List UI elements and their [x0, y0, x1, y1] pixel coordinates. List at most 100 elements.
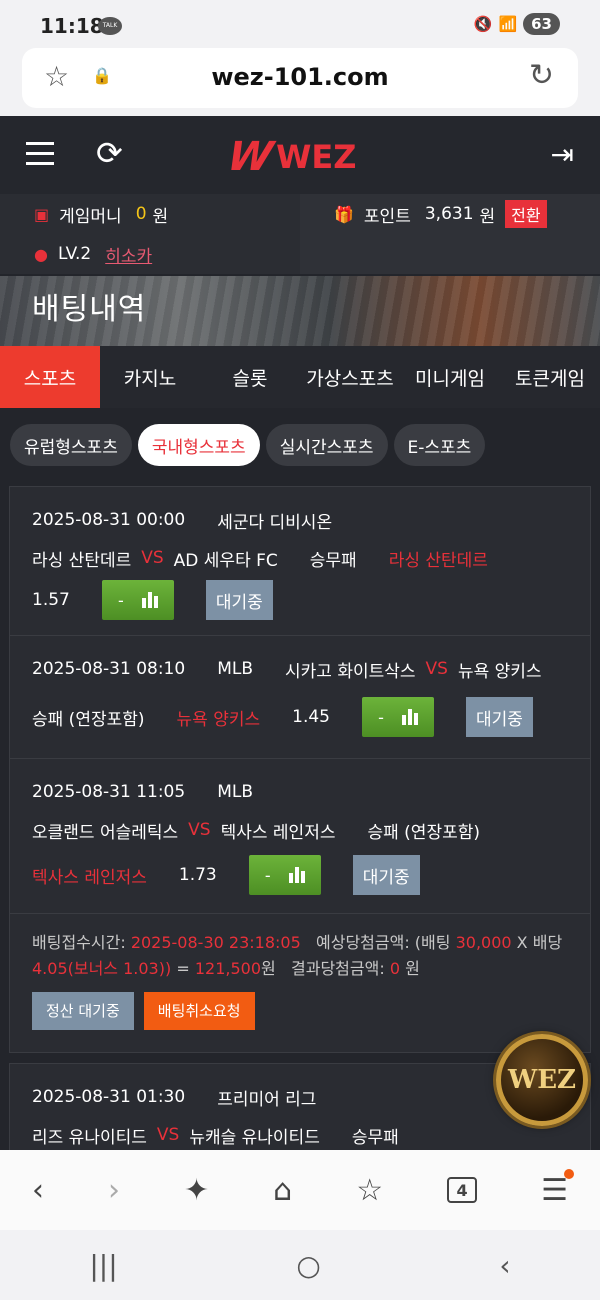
menu-button[interactable]: ☰	[541, 1168, 574, 1208]
result-amount: 0	[389, 959, 400, 978]
menu-icon[interactable]	[26, 142, 54, 172]
bet-odds-row: 텍사스 레인저스 1.73 - 대기중	[32, 849, 568, 901]
away-team: 뉴욕 양키스	[457, 661, 542, 682]
bet-slip: 2025-08-31 00:00 세군다 디비시온 라싱 산탄데르 VS AD …	[9, 486, 591, 1053]
bet-teams: 오클랜드 어슬레틱스 VS 텍사스 레인저스 승패 (연장포함)	[32, 811, 568, 849]
convert-button[interactable]: 전환	[505, 200, 547, 228]
vs-label: VS	[156, 1125, 180, 1145]
user-icon: ●	[34, 244, 48, 264]
wez-floating-button[interactable]: WEZ	[496, 1034, 588, 1126]
result-value: -	[264, 865, 271, 885]
site-content: ⟳ W WEZ ⇥ ▣ 게임머니 0 원 🎁 포인트 3,631 원 전환 ● …	[0, 116, 600, 1150]
gift-icon: 🎁	[334, 204, 354, 224]
points-unit: 원	[479, 206, 496, 227]
settle-status-button: 정산 대기중	[32, 992, 134, 1030]
result-button[interactable]: -	[248, 855, 321, 895]
recent-apps-icon[interactable]: |||	[89, 1249, 117, 1282]
browser-toolbar: ‹ › ✦ ⌂ ☆ 4 ☰	[0, 1150, 600, 1230]
address-bar[interactable]: ☆ 🔒 wez-101.com ↻	[22, 48, 578, 108]
refresh-icon[interactable]: ⟳	[96, 134, 123, 172]
logo-text: WEZ	[276, 138, 357, 176]
expected-value: 121,500	[194, 959, 261, 978]
subtab-european[interactable]: 유럽형스포츠	[10, 424, 132, 466]
tab-slot[interactable]: 슬롯	[200, 346, 300, 408]
bet-pick: 라싱 산탄데르	[388, 550, 488, 571]
sparkle-icon[interactable]: ✦	[184, 1173, 209, 1208]
total-odds: 4.05(보너스 1.03))	[32, 959, 172, 978]
bet-time-label: 배팅접수시간:	[32, 933, 126, 952]
expected-unit: 원	[261, 959, 276, 978]
bet-league: 프리미어 리그	[217, 1089, 317, 1110]
category-tabs: 스포츠 카지노 슬롯 가상스포츠 미니게임 토큰게임	[0, 346, 600, 408]
user-level: ● LV.2 히소카	[0, 234, 300, 274]
battery-indicator: 63	[523, 13, 560, 35]
vs-label: VS	[188, 820, 211, 840]
bet-market: 승무패	[309, 550, 357, 571]
bet-datetime: 2025-08-31 00:00	[32, 510, 186, 530]
system-back-icon[interactable]: ‹	[499, 1249, 510, 1282]
home-team: 라싱 산탄데르	[32, 550, 132, 571]
site-logo[interactable]: W WEZ	[224, 134, 357, 180]
tab-virtual-sports[interactable]: 가상스포츠	[300, 346, 400, 408]
result-label: 결과당첨금액:	[291, 959, 385, 978]
status-badge: 대기중	[352, 855, 420, 895]
wallet-icon: ▣	[34, 204, 50, 224]
bet-league: 세군다 디비시온	[217, 512, 333, 533]
tab-casino[interactable]: 카지노	[100, 346, 200, 408]
nickname-link[interactable]: 히소카	[105, 242, 152, 267]
tab-minigame[interactable]: 미니게임	[400, 346, 500, 408]
money-label: 게임머니	[59, 206, 122, 227]
summary-text: 배팅접수시간: 2025-08-30 23:18:05 예상당첨금액: (배팅 …	[32, 930, 568, 982]
page-banner: 배팅내역	[0, 276, 600, 346]
bet-league: MLB	[217, 782, 254, 802]
vs-label: VS	[141, 548, 164, 568]
home-team: 오클랜드 어슬레틱스	[32, 822, 179, 843]
money-value: 0	[135, 204, 147, 224]
bet-datetime: 2025-08-31 08:10	[32, 659, 186, 679]
forward-icon[interactable]: ›	[108, 1173, 120, 1208]
bet-header: 2025-08-31 08:10 MLB 시카고 화이트삭스 VS 뉴욕 양키스	[32, 650, 568, 688]
bet-item: 2025-08-31 08:10 MLB 시카고 화이트삭스 VS 뉴욕 양키스…	[10, 636, 590, 759]
logout-icon[interactable]: ⇥	[551, 138, 574, 171]
bookmarks-icon[interactable]: ☆	[356, 1173, 383, 1208]
bet-header: 2025-08-31 00:00 세군다 디비시온	[32, 501, 568, 539]
odds-multiplier: X 배당	[516, 933, 563, 952]
result-button[interactable]: -	[361, 697, 434, 737]
bet-market: 승패 (연장포함)	[32, 709, 145, 730]
subtab-domestic[interactable]: 국내형스포츠	[137, 424, 260, 466]
system-navigation: ||| ○ ‹	[0, 1230, 600, 1300]
cancel-bet-button[interactable]: 배팅취소요청	[143, 992, 255, 1030]
wifi-icon: 📶	[498, 15, 518, 33]
bet-market: 승패 (연장포함)	[367, 822, 480, 843]
away-team: 뉴캐슬 유나이티드	[189, 1127, 320, 1148]
away-team: 텍사스 레인저스	[220, 822, 336, 843]
bet-odds-row: 1.57 - 대기중	[32, 577, 568, 623]
tab-sports[interactable]: 스포츠	[0, 346, 100, 408]
home-team: 리즈 유나이티드	[32, 1127, 147, 1148]
subtab-live[interactable]: 실시간스포츠	[265, 424, 388, 466]
page-title: 배팅내역	[32, 292, 147, 327]
equals-sign: =	[176, 959, 190, 978]
bet-odds: 1.73	[178, 865, 217, 885]
url-text[interactable]: wez-101.com	[22, 63, 578, 91]
reload-icon[interactable]: ↻	[529, 58, 554, 93]
bet-item: 2025-08-31 00:00 세군다 디비시온 라싱 산탄데르 VS AD …	[10, 487, 590, 636]
subtab-esports[interactable]: E-스포츠	[393, 424, 486, 466]
result-button[interactable]: -	[101, 580, 174, 620]
status-bar: 11:18 TALK 🔇 📶 63	[0, 0, 600, 50]
result-value: -	[117, 590, 124, 610]
home-icon[interactable]: ⌂	[273, 1173, 292, 1208]
bet-market: 승무패	[351, 1127, 399, 1148]
bet-pick: 뉴욕 양키스	[176, 709, 261, 730]
bar-chart-icon	[288, 867, 305, 883]
status-icons: 🔇 📶 63	[474, 13, 560, 35]
bet-summary: 배팅접수시간: 2025-08-30 23:18:05 예상당첨금액: (배팅 …	[10, 914, 590, 1052]
home-circle-icon[interactable]: ○	[296, 1249, 320, 1282]
tabs-button[interactable]: 4	[447, 1177, 478, 1203]
bar-chart-icon	[401, 709, 418, 725]
tab-token-game[interactable]: 토큰게임	[500, 346, 600, 408]
bet-header: 2025-08-31 11:05 MLB	[32, 773, 568, 811]
game-money: ▣ 게임머니 0 원	[0, 194, 300, 234]
back-icon[interactable]: ‹	[32, 1173, 44, 1208]
mute-icon: 🔇	[473, 15, 493, 33]
